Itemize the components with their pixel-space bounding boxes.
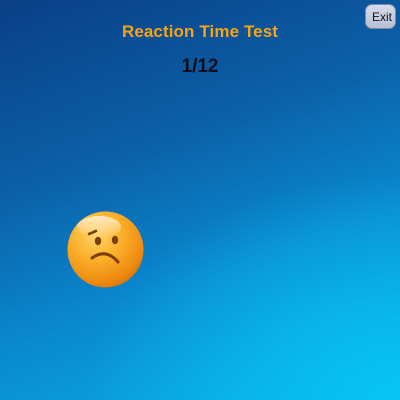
page-title: Reaction Time Test (121, 22, 279, 41)
trial-counter: 1/12 (181, 56, 219, 77)
sad-face-icon[interactable] (66, 210, 145, 289)
game-stage: Reaction Time Test 1/12 Exit (0, 0, 400, 400)
exit-button[interactable]: Exit (365, 4, 396, 29)
